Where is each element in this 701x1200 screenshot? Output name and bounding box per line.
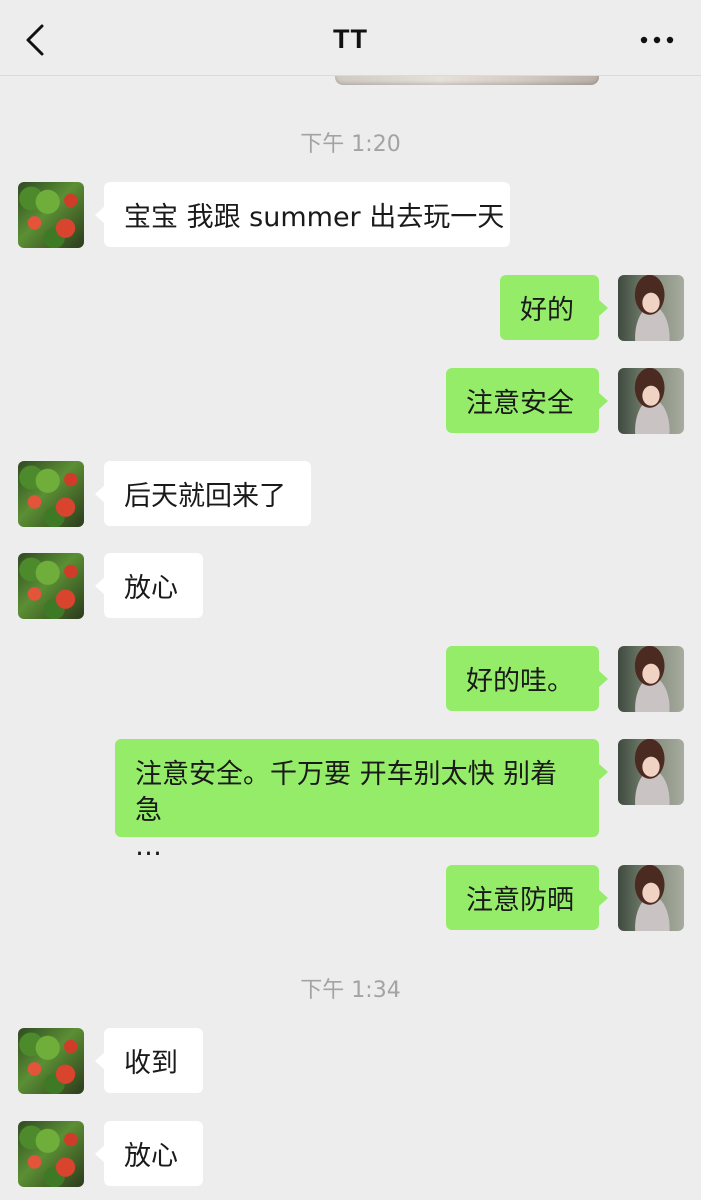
sent-message[interactable]: 注意安全。千万要 开车别太快 别着急 … — [115, 739, 608, 862]
contact-avatar[interactable] — [18, 182, 84, 248]
user-avatar[interactable] — [618, 739, 684, 805]
more-button[interactable] — [637, 24, 677, 56]
timestamp: 下午 1:20 — [300, 132, 401, 157]
chat-header: TT — [0, 0, 701, 76]
user-avatar[interactable] — [618, 368, 684, 434]
sent-message[interactable]: 好的 — [500, 275, 608, 340]
timestamp: 下午 1:34 — [300, 978, 401, 1003]
received-message[interactable]: 后天就回来了 — [95, 461, 311, 526]
more-dots-icon — [640, 36, 674, 44]
message-line: 注意安全。千万要 开车别太快 别着急 — [135, 759, 558, 826]
sent-message[interactable]: 好的哇。 — [446, 646, 608, 711]
contact-avatar[interactable] — [18, 553, 84, 619]
sent-message[interactable]: 注意防晒 — [446, 865, 608, 930]
contact-avatar[interactable] — [18, 461, 84, 527]
chat-title: TT — [333, 24, 368, 54]
received-message[interactable]: 放心 — [95, 1121, 203, 1186]
received-message[interactable]: 宝宝 我跟 summer 出去玩一天 — [95, 182, 510, 247]
contact-avatar[interactable] — [18, 1028, 84, 1094]
contact-avatar[interactable] — [18, 1121, 84, 1187]
user-avatar[interactable] — [618, 646, 684, 712]
received-message[interactable]: 放心 — [95, 553, 203, 618]
message-line: … — [135, 831, 162, 862]
sent-message[interactable]: 注意安全 — [446, 368, 608, 433]
received-message[interactable]: 收到 — [95, 1028, 203, 1093]
user-avatar[interactable] — [618, 865, 684, 931]
user-avatar[interactable] — [618, 275, 684, 341]
